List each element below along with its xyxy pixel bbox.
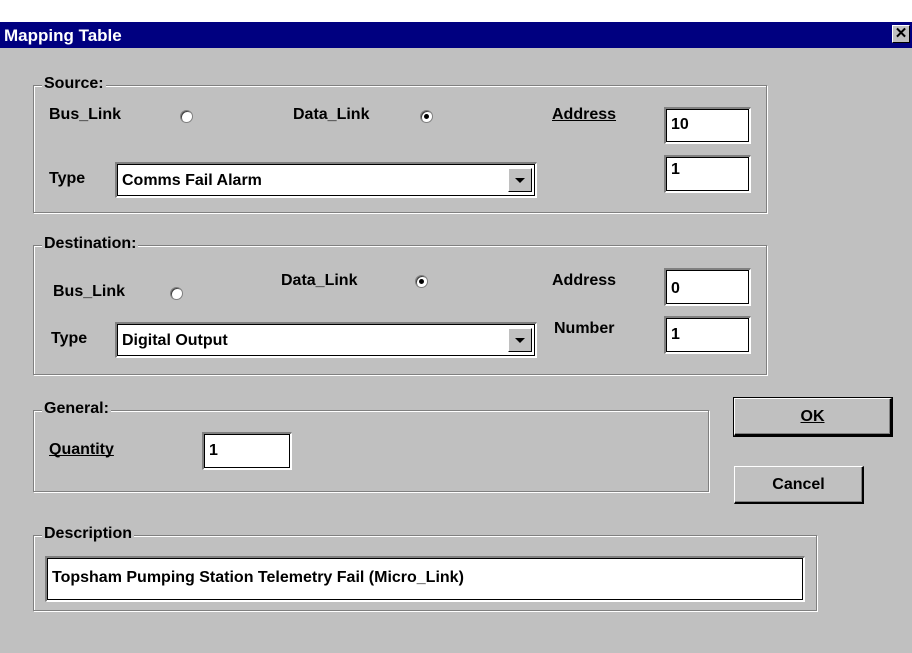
ok-button-label: OK xyxy=(800,408,825,425)
source-bus-link-label: Bus_Link xyxy=(49,106,122,123)
destination-type-value: Digital Output xyxy=(122,332,228,349)
destination-legend: Destination: xyxy=(42,235,139,253)
source-data-link-label: Data_Link xyxy=(293,106,370,123)
source-legend: Source: xyxy=(42,75,106,93)
description-input[interactable]: Topsham Pumping Station Telemetry Fail (… xyxy=(45,556,805,602)
destination-data-link-label: Data_Link xyxy=(281,272,358,289)
source-data-link-radio[interactable] xyxy=(420,110,433,123)
description-legend: Description xyxy=(42,525,135,543)
destination-number-label: Number xyxy=(554,320,615,337)
destination-type-select[interactable]: Digital Output xyxy=(115,322,537,358)
source-bus-link-radio[interactable] xyxy=(180,110,193,123)
chevron-down-icon[interactable] xyxy=(508,168,532,192)
title-bar: Mapping Table ✕ xyxy=(0,22,912,48)
source-address-label: Address xyxy=(552,106,617,123)
destination-number-input[interactable]: 1 xyxy=(664,316,751,354)
chevron-down-icon[interactable] xyxy=(508,328,532,352)
source-type-label: Type xyxy=(49,170,86,187)
ok-button[interactable]: OK xyxy=(733,397,893,437)
destination-address-input[interactable]: 0 xyxy=(664,268,751,306)
general-legend: General: xyxy=(42,400,111,418)
cancel-button[interactable]: Cancel xyxy=(734,466,864,504)
quantity-label: Quantity xyxy=(49,441,114,458)
source-number-input[interactable]: 1 xyxy=(664,155,751,193)
source-type-select[interactable]: Comms Fail Alarm xyxy=(115,162,537,198)
source-type-value: Comms Fail Alarm xyxy=(122,172,262,189)
close-icon: ✕ xyxy=(894,25,908,42)
destination-bus-link-label: Bus_Link xyxy=(53,283,126,300)
destination-bus-link-radio[interactable] xyxy=(170,287,183,300)
close-button[interactable]: ✕ xyxy=(892,25,910,43)
general-group: General: xyxy=(33,400,709,492)
destination-address-label: Address xyxy=(552,272,617,289)
destination-data-link-radio[interactable] xyxy=(415,275,428,288)
window-title: Mapping Table xyxy=(4,26,122,45)
quantity-input[interactable]: 1 xyxy=(202,432,292,470)
cancel-button-label: Cancel xyxy=(772,476,825,493)
destination-type-label: Type xyxy=(51,330,88,347)
source-address-input[interactable]: 10 xyxy=(664,107,751,144)
